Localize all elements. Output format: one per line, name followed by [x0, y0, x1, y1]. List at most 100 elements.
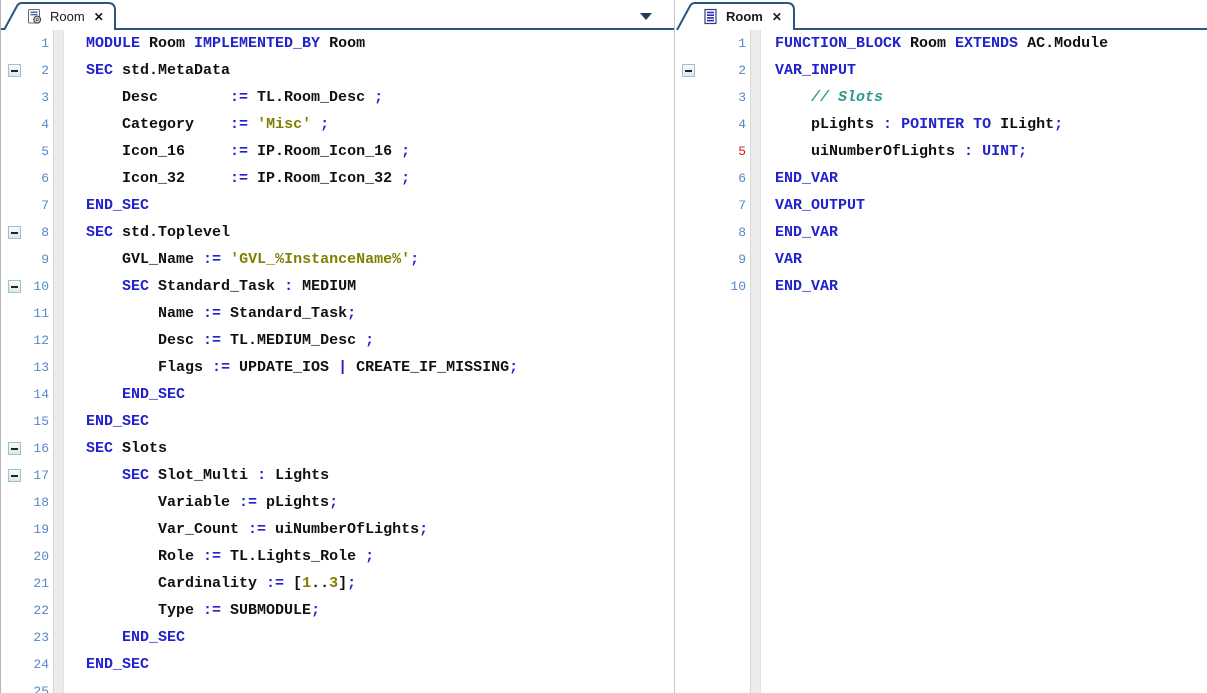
editor-window: Room ✕ 1MODULE Room IMPLEMENTED_BY Room2…	[0, 0, 1207, 693]
code-line[interactable]: 1MODULE Room IMPLEMENTED_BY Room	[1, 30, 674, 57]
line-number: 7	[702, 198, 748, 213]
code-line[interactable]: 3 // Slots	[675, 84, 1207, 111]
code-text: END_SEC	[51, 408, 674, 435]
code-line[interactable]: 1FUNCTION_BLOCK Room EXTENDS AC.Module	[675, 30, 1207, 57]
close-icon[interactable]: ✕	[92, 10, 106, 24]
line-number: 17	[27, 468, 51, 483]
code-line[interactable]: 20 Role := TL.Lights_Role ;	[1, 543, 674, 570]
code-text: SEC Slots	[51, 435, 674, 462]
code-text: SEC Slot_Multi : Lights	[51, 462, 674, 489]
code-line[interactable]: 14 END_SEC	[1, 381, 674, 408]
code-text: END_SEC	[51, 651, 674, 678]
code-line[interactable]: 4 pLights : POINTER TO ILight;	[675, 111, 1207, 138]
code-line[interactable]: 5 uiNumberOfLights : UINT;	[675, 138, 1207, 165]
line-number: 9	[27, 252, 51, 267]
fold-margin	[1, 469, 27, 482]
line-number: 20	[27, 549, 51, 564]
right-code-area[interactable]: 1FUNCTION_BLOCK Room EXTENDS AC.Module2V…	[675, 30, 1207, 693]
code-line[interactable]: 22 Type := SUBMODULE;	[1, 597, 674, 624]
code-line[interactable]: 11 Name := Standard_Task;	[1, 300, 674, 327]
fold-margin	[1, 442, 27, 455]
left-code-area[interactable]: 1MODULE Room IMPLEMENTED_BY Room2SEC std…	[1, 30, 674, 693]
code-text: Flags := UPDATE_IOS | CREATE_IF_MISSING;	[51, 354, 674, 381]
collapse-minus-icon[interactable]	[8, 442, 21, 455]
code-text: pLights : POINTER TO ILight;	[748, 111, 1207, 138]
code-line[interactable]: 15END_SEC	[1, 408, 674, 435]
code-line[interactable]: 18 Variable := pLights;	[1, 489, 674, 516]
collapse-minus-icon[interactable]	[8, 64, 21, 77]
code-text: Var_Count := uiNumberOfLights;	[51, 516, 674, 543]
line-number: 11	[27, 306, 51, 321]
code-line[interactable]: 5 Icon_16 := IP.Room_Icon_16 ;	[1, 138, 674, 165]
code-text: END_VAR	[748, 219, 1207, 246]
collapse-minus-icon[interactable]	[682, 64, 695, 77]
line-number: 1	[27, 36, 51, 51]
line-number: 10	[27, 279, 51, 294]
code-text: GVL_Name := 'GVL_%InstanceName%';	[51, 246, 674, 273]
code-line[interactable]: 24END_SEC	[1, 651, 674, 678]
tab-room-module[interactable]: Room ✕	[3, 0, 121, 30]
collapse-minus-icon[interactable]	[8, 226, 21, 239]
code-line[interactable]: 10END_VAR	[675, 273, 1207, 300]
right-tabbar: Room ✕	[675, 0, 1207, 30]
tab-room-pou[interactable]: Room ✕	[676, 0, 800, 30]
fold-margin	[1, 64, 27, 77]
code-line[interactable]: 7END_SEC	[1, 192, 674, 219]
code-text: SEC std.MetaData	[51, 57, 674, 84]
collapse-minus-icon[interactable]	[8, 280, 21, 293]
line-number: 1	[702, 36, 748, 51]
line-number: 22	[27, 603, 51, 618]
st-pou-icon	[702, 8, 719, 25]
code-line[interactable]: 12 Desc := TL.MEDIUM_Desc ;	[1, 327, 674, 354]
fold-margin	[1, 280, 27, 293]
code-text: Role := TL.Lights_Role ;	[51, 543, 674, 570]
code-line[interactable]: 8SEC std.Toplevel	[1, 219, 674, 246]
code-text: SEC std.Toplevel	[51, 219, 674, 246]
left-tabbar: Room ✕	[1, 0, 674, 30]
code-line[interactable]: 9 GVL_Name := 'GVL_%InstanceName%';	[1, 246, 674, 273]
left-editor-pane: Room ✕ 1MODULE Room IMPLEMENTED_BY Room2…	[1, 0, 675, 693]
code-line[interactable]: 9VAR	[675, 246, 1207, 273]
tab-label: Room	[726, 9, 763, 24]
code-text: END_SEC	[51, 381, 674, 408]
code-line[interactable]: 23 END_SEC	[1, 624, 674, 651]
line-number: 13	[27, 360, 51, 375]
code-line[interactable]: 8END_VAR	[675, 219, 1207, 246]
code-line[interactable]: 6END_VAR	[675, 165, 1207, 192]
line-number: 12	[27, 333, 51, 348]
code-line[interactable]: 13 Flags := UPDATE_IOS | CREATE_IF_MISSI…	[1, 354, 674, 381]
tab-list-dropdown-icon[interactable]	[640, 13, 652, 20]
code-line[interactable]: 2VAR_INPUT	[675, 57, 1207, 84]
fold-margin	[675, 64, 702, 77]
code-text: Category := 'Misc' ;	[51, 111, 674, 138]
code-line[interactable]: 10 SEC Standard_Task : MEDIUM	[1, 273, 674, 300]
code-text: Icon_32 := IP.Room_Icon_32 ;	[51, 165, 674, 192]
code-text: MODULE Room IMPLEMENTED_BY Room	[51, 30, 674, 57]
code-line[interactable]: 25	[1, 678, 674, 693]
line-number: 2	[27, 63, 51, 78]
code-text: VAR_OUTPUT	[748, 192, 1207, 219]
code-text: Type := SUBMODULE;	[51, 597, 674, 624]
code-line[interactable]: 6 Icon_32 := IP.Room_Icon_32 ;	[1, 165, 674, 192]
code-text: SEC Standard_Task : MEDIUM	[51, 273, 674, 300]
code-line[interactable]: 19 Var_Count := uiNumberOfLights;	[1, 516, 674, 543]
line-number: 2	[702, 63, 748, 78]
code-line[interactable]: 21 Cardinality := [1..3];	[1, 570, 674, 597]
code-line[interactable]: 16SEC Slots	[1, 435, 674, 462]
code-line[interactable]: 4 Category := 'Misc' ;	[1, 111, 674, 138]
close-icon[interactable]: ✕	[770, 10, 784, 24]
fold-margin	[1, 226, 27, 239]
line-number: 21	[27, 576, 51, 591]
tab-label: Room	[50, 9, 85, 24]
code-line[interactable]: 7VAR_OUTPUT	[675, 192, 1207, 219]
line-number: 3	[27, 90, 51, 105]
collapse-minus-icon[interactable]	[8, 469, 21, 482]
line-number: 10	[702, 279, 748, 294]
code-line[interactable]: 17 SEC Slot_Multi : Lights	[1, 462, 674, 489]
line-number: 5	[702, 144, 748, 159]
code-text: Cardinality := [1..3];	[51, 570, 674, 597]
code-line[interactable]: 2SEC std.MetaData	[1, 57, 674, 84]
code-line[interactable]: 3 Desc := TL.Room_Desc ;	[1, 84, 674, 111]
line-number: 15	[27, 414, 51, 429]
right-editor-pane: Room ✕ 1FUNCTION_BLOCK Room EXTENDS AC.M…	[675, 0, 1207, 693]
